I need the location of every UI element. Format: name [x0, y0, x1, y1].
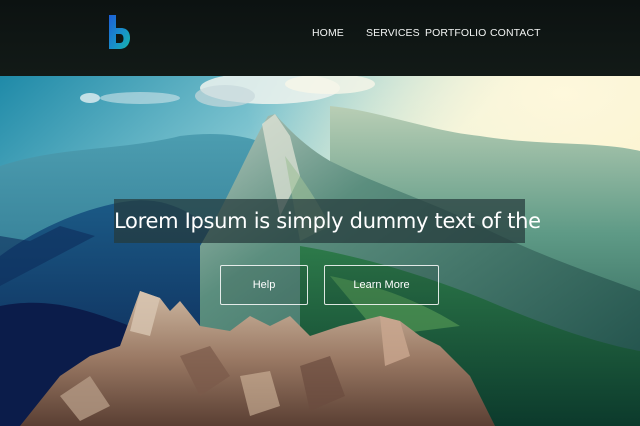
main-nav: HOME SERVICES PORTFOLIO CONTACT	[0, 27, 640, 43]
nav-services-link[interactable]: SERVICES	[366, 27, 420, 39]
nav-portfolio-link[interactable]: PORTFOLIO	[425, 27, 486, 39]
hero-background-image	[0, 76, 640, 426]
hero-headline: Lorem Ipsum is simply dummy text of the	[114, 209, 541, 233]
nav-contact-link[interactable]: CONTACT	[490, 27, 541, 39]
landing-page: HOME SERVICES PORTFOLIO CONTACT Lorem Ip…	[0, 0, 640, 426]
hero-headline-box: Lorem Ipsum is simply dummy text of the	[114, 199, 541, 243]
site-header: HOME SERVICES PORTFOLIO CONTACT	[0, 0, 640, 76]
nav-home-link[interactable]: HOME	[312, 27, 344, 39]
learn-more-button[interactable]: Learn More	[324, 265, 439, 305]
help-button[interactable]: Help	[220, 265, 308, 305]
